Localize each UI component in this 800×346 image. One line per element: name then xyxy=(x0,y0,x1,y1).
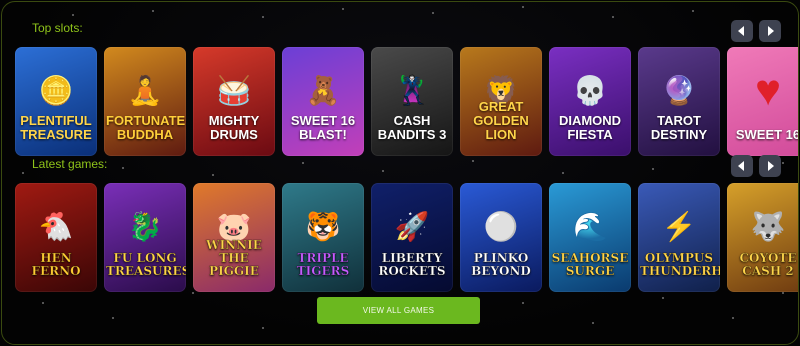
game-title: SWEET 16 BLAST! xyxy=(290,113,356,142)
star-decoration xyxy=(692,10,694,12)
game-tile-tiger[interactable]: 🐯 TRIPLE TIGERS xyxy=(282,183,364,292)
game-title: PLENTIFUL TREASURE xyxy=(20,113,92,142)
game-tile-coyote[interactable]: 🐺 COYOTE CASH 2 xyxy=(727,183,798,292)
game-tile-rocket[interactable]: 🚀 LIBERTY ROCKETS xyxy=(371,183,453,292)
skull-icon: 💀 xyxy=(572,74,608,106)
game-title: DIAMOND FIESTA xyxy=(558,113,622,142)
chevron-left-icon xyxy=(738,161,744,171)
star-decoration xyxy=(662,297,664,299)
tiger-icon: 🐯 xyxy=(305,210,341,242)
game-tile-gold-coins[interactable]: 🪙 PLENTIFUL TREASURE xyxy=(15,47,97,156)
game-tile-pig[interactable]: 🐷 WINNIE THE PIGGIE xyxy=(193,183,275,292)
star-decoration xyxy=(732,317,734,319)
game-title: FORTUNATE BUDDHA xyxy=(106,113,186,142)
latest-games-carousel: 🐔 HEN FERNO 🐉 FU LONG TREASURES 🐷 WINNIE THE … xyxy=(15,183,798,292)
game-tile-heart[interactable]: ♥ SWEET 16 xyxy=(727,47,799,156)
game-lobby-panel: Top slots: 🪙 PLENTIFUL TREASURE 🧘 FORTUNATE… xyxy=(1,1,799,345)
top-slots-carousel: 🪙 PLENTIFUL TREASURE 🧘 FORTUNATE BUDDHA 🥁 MIG… xyxy=(15,47,799,156)
latest-games-nav xyxy=(731,155,781,177)
gold-coins-icon: 🪙 xyxy=(38,74,74,106)
top-slots-heading: Top slots: xyxy=(32,21,83,35)
bandit-icon: 🦹 xyxy=(394,74,430,106)
star-decoration xyxy=(72,14,74,16)
star-decoration xyxy=(382,170,384,172)
heart-icon: ♥ xyxy=(754,65,782,115)
gummy-bear-icon: 🧸 xyxy=(305,74,341,106)
buddha-icon: 🧘 xyxy=(127,74,163,106)
star-decoration xyxy=(592,322,594,324)
star-decoration xyxy=(152,10,154,12)
star-decoration xyxy=(522,6,524,8)
star-decoration xyxy=(262,327,264,329)
star-decoration xyxy=(262,16,264,18)
star-decoration xyxy=(432,12,434,14)
star-decoration xyxy=(782,162,784,164)
star-decoration xyxy=(192,292,194,294)
game-tile-lion[interactable]: 🦁 GREAT GOLDEN LION xyxy=(460,47,542,156)
game-tile-bandit[interactable]: 🦹 CASH BANDITS 3 xyxy=(371,47,453,156)
game-title: TRIPLE TIGERS xyxy=(296,251,350,278)
star-decoration xyxy=(22,172,24,174)
game-tile-chicken[interactable]: 🐔 HEN FERNO xyxy=(15,183,97,292)
star-decoration xyxy=(112,317,114,319)
game-tile-seahorse[interactable]: 🌊 SEAHORSE SURGE xyxy=(549,183,631,292)
star-decoration xyxy=(782,292,784,294)
view-all-games-button[interactable]: VIEW ALL GAMES xyxy=(317,297,480,324)
game-title: PLINKO BEYOND xyxy=(471,251,531,278)
star-decoration xyxy=(122,167,124,169)
chevron-right-icon xyxy=(768,161,774,171)
game-tile-dragon[interactable]: 🐉 FU LONG TREASURES xyxy=(104,183,186,292)
seahorse-icon: 🌊 xyxy=(572,210,608,242)
game-tile-fortune-teller[interactable]: 🔮 TAROT DESTINY xyxy=(638,47,720,156)
latest-games-prev-button[interactable] xyxy=(731,155,753,177)
star-decoration xyxy=(472,160,474,162)
game-title: CASH BANDITS 3 xyxy=(377,113,447,142)
latest-games-next-button[interactable] xyxy=(759,155,781,177)
game-title: WINNIE THE PIGGIE xyxy=(206,238,262,278)
top-slots-next-button[interactable] xyxy=(759,20,781,42)
chevron-left-icon xyxy=(738,26,744,36)
game-title: HEN FERNO xyxy=(31,251,81,278)
star-decoration xyxy=(302,162,304,164)
game-title: LIBERTY ROCKETS xyxy=(378,251,446,278)
top-slots-nav xyxy=(731,20,781,42)
game-tile-zeus[interactable]: ⚡ OLYMPUS THUNDERHOLD xyxy=(638,183,720,292)
game-title: FU LONG TREASURES xyxy=(106,251,186,278)
game-title: GREAT GOLDEN LION xyxy=(473,99,529,142)
game-title: SEAHORSE SURGE xyxy=(551,251,629,278)
star-decoration xyxy=(612,16,614,18)
star-decoration xyxy=(342,8,344,10)
chicken-icon: 🐔 xyxy=(38,210,74,242)
game-title: SWEET 16 xyxy=(735,127,799,142)
game-title: COYOTE CASH 2 xyxy=(739,251,797,278)
top-slots-prev-button[interactable] xyxy=(731,20,753,42)
star-decoration xyxy=(212,174,214,176)
drum-icon: 🥁 xyxy=(216,74,252,106)
latest-games-heading: Latest games: xyxy=(32,157,108,171)
game-tile-skull[interactable]: 💀 DIAMOND FIESTA xyxy=(549,47,631,156)
game-tile-plinko[interactable]: ⚪ PLINKO BEYOND xyxy=(460,183,542,292)
game-title: OLYMPUS THUNDERHOLD xyxy=(640,251,720,278)
game-title: TAROT DESTINY xyxy=(650,113,708,142)
coyote-icon: 🐺 xyxy=(750,210,786,242)
zeus-icon: ⚡ xyxy=(661,210,697,242)
game-tile-gummy-bear[interactable]: 🧸 SWEET 16 BLAST! xyxy=(282,47,364,156)
rocket-icon: 🚀 xyxy=(394,210,430,242)
star-decoration xyxy=(562,172,564,174)
plinko-icon: ⚪ xyxy=(483,210,519,242)
fortune-teller-icon: 🔮 xyxy=(661,74,697,106)
chevron-right-icon xyxy=(768,26,774,36)
dragon-icon: 🐉 xyxy=(127,210,163,242)
game-tile-drum[interactable]: 🥁 MIGHTY DRUMS xyxy=(193,47,275,156)
game-title: MIGHTY DRUMS xyxy=(208,113,260,142)
star-decoration xyxy=(652,168,654,170)
star-decoration xyxy=(522,302,524,304)
pig-icon: 🐷 xyxy=(216,210,252,242)
game-tile-buddha[interactable]: 🧘 FORTUNATE BUDDHA xyxy=(104,47,186,156)
star-decoration xyxy=(42,302,44,304)
